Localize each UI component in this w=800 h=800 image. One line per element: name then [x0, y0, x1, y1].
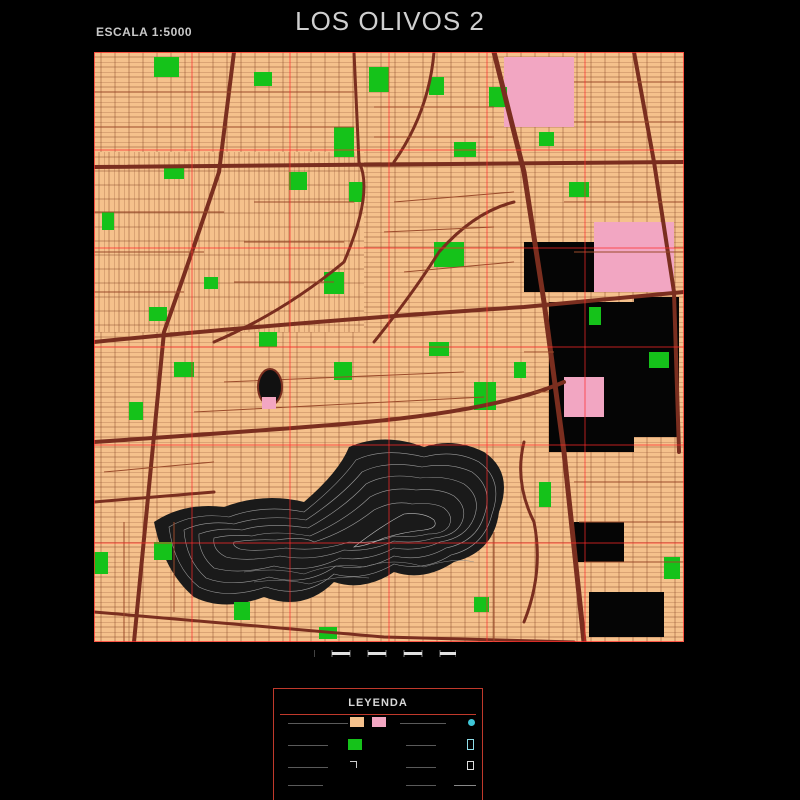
legend-divider: [280, 714, 476, 715]
legend-symbol-square: [467, 761, 474, 770]
commercial-zone: [504, 57, 574, 127]
legend-swatch-block: [350, 717, 364, 727]
legend-item-label: [406, 785, 436, 786]
legend-symbol-circle: [468, 719, 475, 726]
legend-symbol-stairs: [350, 761, 357, 768]
legend-item-label: [288, 745, 328, 746]
legend-item-label: [288, 767, 328, 768]
city-map[interactable]: [94, 52, 684, 642]
legend-symbol-square: [467, 739, 474, 750]
map-title: LOS OLIVOS 2: [295, 6, 485, 36]
industrial-zone: [589, 592, 664, 637]
legend-line-sample: [454, 785, 476, 786]
commercial-zone: [594, 222, 674, 292]
legend-item-label: [400, 723, 446, 724]
commercial-zone: [564, 377, 604, 417]
legend-title: LEYENDA: [348, 697, 408, 709]
scale-label: ESCALA 1:5000: [96, 25, 193, 39]
legend-item-label: [406, 767, 436, 768]
legend-item-label: [406, 745, 436, 746]
legend-item-label: [288, 723, 348, 724]
legend-swatch-commercial: [372, 717, 386, 727]
legend: LEYENDA: [273, 688, 483, 800]
industrial-zone: [574, 522, 624, 562]
legend-swatch-park: [348, 739, 362, 750]
legend-item-label: [288, 785, 323, 786]
scale-bar: [314, 650, 456, 657]
